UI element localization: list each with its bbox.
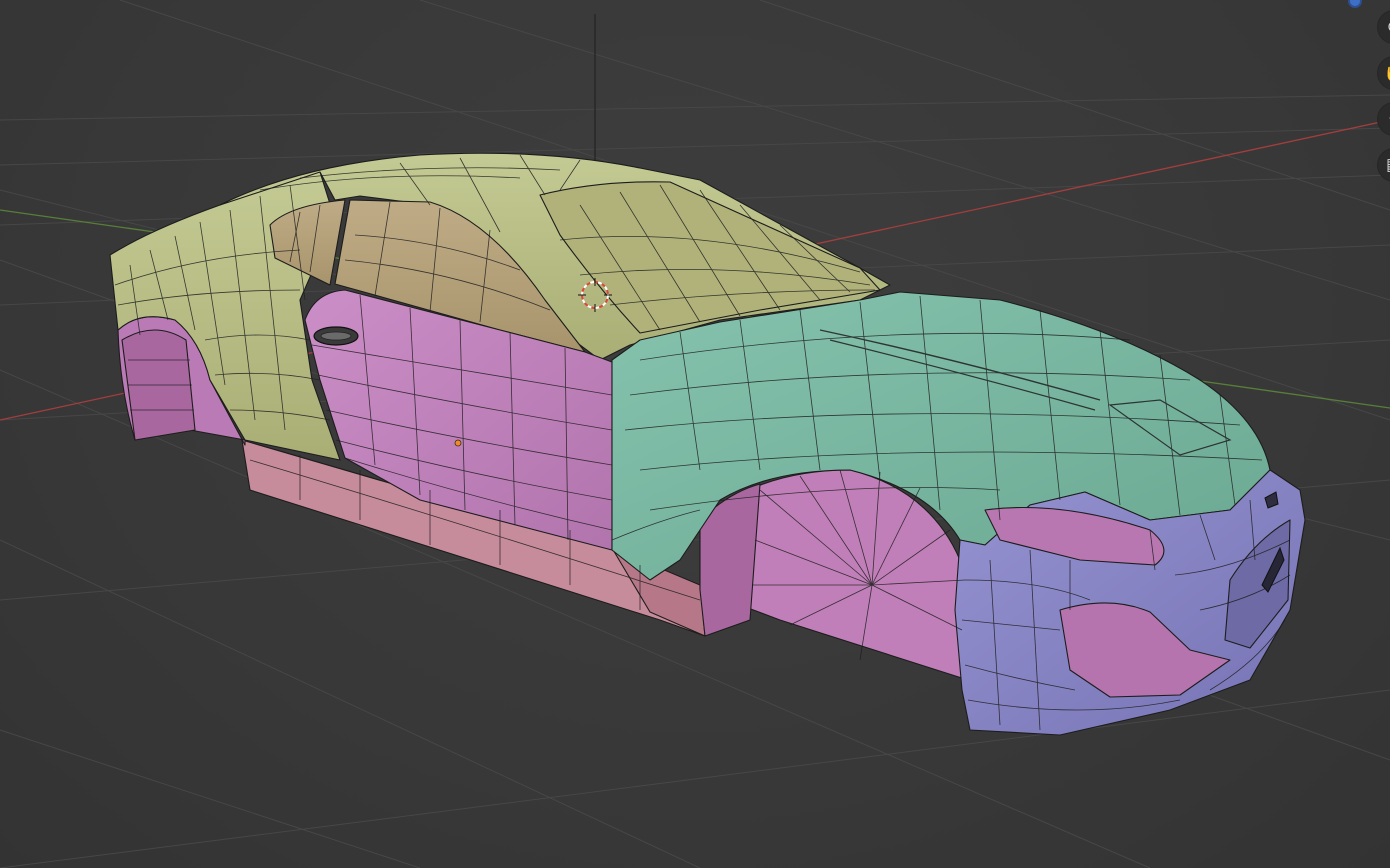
door-handle: [313, 326, 359, 346]
object-origin: [454, 439, 462, 447]
grid-icon: ▦: [1386, 155, 1390, 175]
3d-viewport[interactable]: ⊕ ✋ ⌖ ▦: [0, 0, 1390, 868]
viewport-scene[interactable]: [0, 0, 1390, 868]
hand-icon: ✋: [1383, 63, 1390, 83]
